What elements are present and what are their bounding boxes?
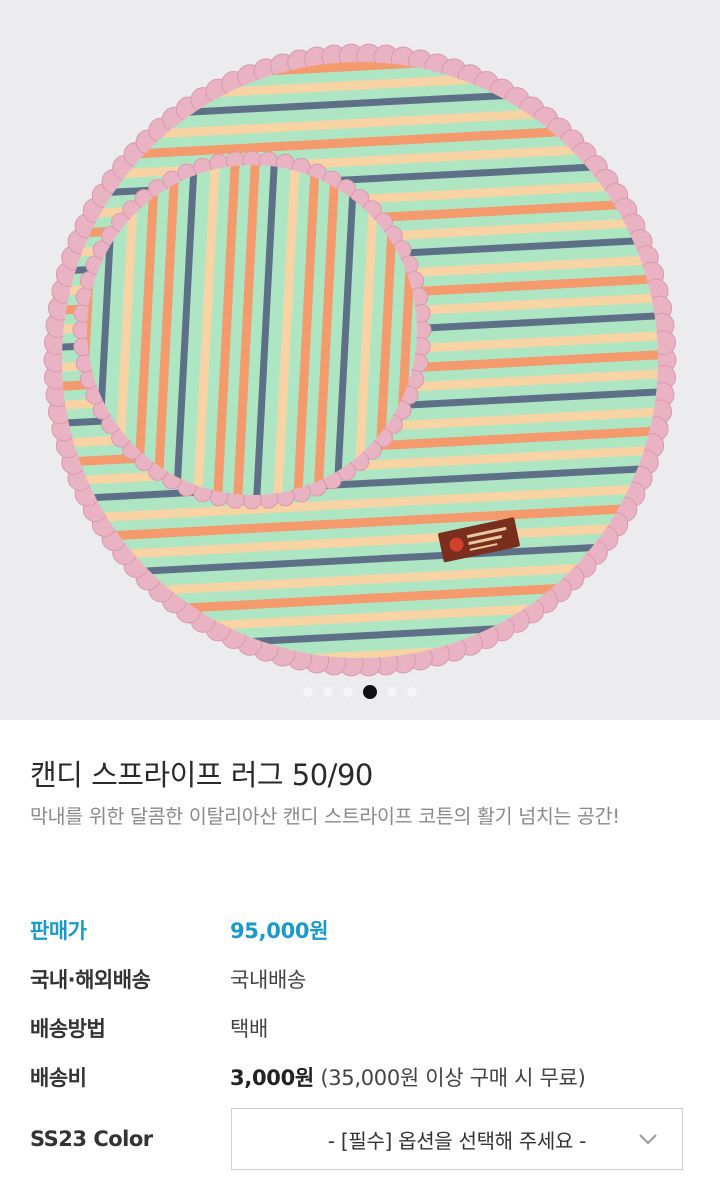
product-description: 막내를 위한 달콤한 이탈리아산 캔디 스트라이프 코튼의 활기 넘치는 공간! [30,805,620,828]
shipping-scope-row: 국내·해외배송 국내배송 [30,959,690,999]
shipping-method-value: 택배 [230,1017,269,1041]
shipping-method-label: 배송방법 [30,1017,106,1041]
shipping-scope-value: 국내배송 [230,968,307,992]
product-title: 캔디 스프라이프 러그 50/90 [30,758,373,792]
price-label: 판매가 [30,919,87,943]
chevron-down-icon [639,1134,657,1145]
shipping-fee-note: (35,000원 이상 구매 시 무료) [320,1066,586,1090]
shipping-fee-label: 배송비 [30,1066,87,1090]
price-row: 판매가 95,000원 [30,910,690,950]
option-label: SS23 Color [30,1127,153,1151]
shipping-method-row: 배송방법 택배 [30,1008,690,1048]
price-value: 95,000원 [230,919,329,943]
shipping-fee-value: 3,000원 [230,1066,314,1090]
option-select[interactable]: - [필수] 옵션을 선택해 주세요 - [231,1108,683,1170]
shipping-fee-row: 배송비 3,000원 (35,000원 이상 구매 시 무료) [30,1057,690,1097]
shipping-scope-label: 국내·해외배송 [30,968,151,992]
option-placeholder: - [필수] 옵션을 선택해 주세요 - [327,1128,587,1153]
